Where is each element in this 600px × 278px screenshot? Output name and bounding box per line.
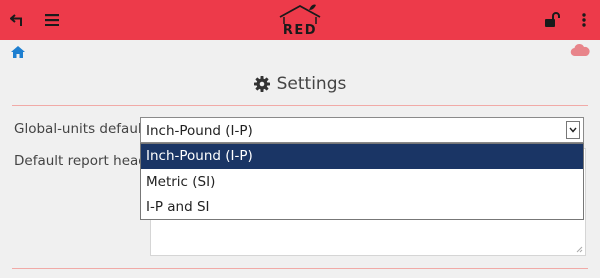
home-icon: [11, 46, 25, 58]
option-inch-pound[interactable]: Inch-Pound (I-P): [141, 144, 583, 169]
option-metric[interactable]: Metric (SI): [141, 170, 583, 195]
cloud-icon: [570, 43, 590, 57]
units-dropdown-list: Inch-Pound (I-P) Metric (SI) I-P and SI: [140, 143, 584, 220]
global-units-value: Inch-Pound (I-P): [146, 123, 253, 139]
back-button[interactable]: [0, 0, 36, 40]
home-link[interactable]: [10, 44, 26, 58]
vertical-dots-icon: [582, 13, 586, 27]
menu-button[interactable]: [34, 0, 70, 40]
undo-arrow-icon: [10, 14, 22, 26]
global-units-select[interactable]: Inch-Pound (I-P): [140, 117, 584, 143]
option-ip-and-si[interactable]: I-P and SI: [141, 195, 583, 220]
resize-grip-icon[interactable]: [575, 245, 583, 253]
page-title: Settings: [0, 70, 600, 98]
divider-top: [12, 105, 588, 106]
breadcrumb: [0, 40, 600, 62]
cloud-status: [570, 42, 590, 57]
more-options-button[interactable]: [568, 0, 600, 40]
lock-button[interactable]: [534, 0, 570, 40]
divider-bottom: [12, 268, 588, 269]
hamburger-menu-icon: [45, 14, 59, 26]
gear-icon: [253, 76, 270, 92]
chevron-down-icon: [569, 127, 577, 133]
select-arrow[interactable]: [566, 121, 580, 139]
unlocked-padlock-icon: [545, 12, 560, 27]
report-header-label: Default report heade: [14, 153, 156, 169]
top-app-bar: RED: [0, 0, 600, 40]
page-title-text: Settings: [276, 74, 347, 94]
global-units-label: Global-units default: [14, 121, 147, 137]
app-logo: RED: [275, 2, 325, 38]
svg-text:RED: RED: [283, 23, 317, 38]
